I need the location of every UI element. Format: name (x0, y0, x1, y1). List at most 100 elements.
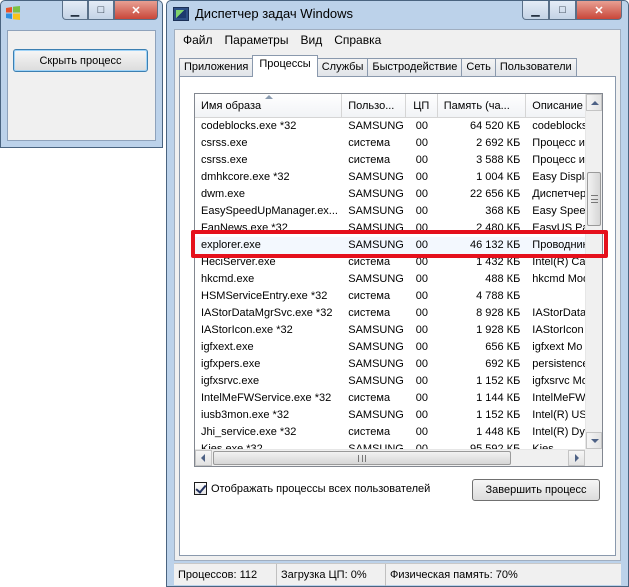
process-user: SAMSUNG (348, 358, 404, 370)
process-row[interactable]: igfxsrvc.exe SAMSUNG 00 1 152 КБ igfxsrvc Mo (195, 373, 585, 390)
process-name: codeblocks.exe *32 (201, 120, 297, 132)
column-user[interactable]: Пользо... (342, 94, 406, 118)
tab-networking[interactable]: Сеть (461, 58, 496, 77)
process-description: IAStorIcon (532, 324, 584, 336)
status-bar: Процессов: 112 Загрузка ЦП: 0% Физическа… (174, 563, 621, 586)
process-row[interactable]: FanNews.exe *32 SAMSUNG 00 2 480 КБ EasyUS P… (195, 220, 585, 237)
process-cpu: 00 (415, 307, 428, 319)
process-row[interactable]: hkcmd.exe SAMSUNG 00 488 КБ hkcmd Mod (195, 271, 585, 288)
process-description: Intel(R) US (532, 409, 585, 421)
process-cpu: 00 (415, 154, 428, 166)
processes-panel: Имя образа Пользо... ЦП Память (ча... Оп… (179, 76, 616, 556)
process-row[interactable]: IAStorDataMgrSvc.exe *32 система 00 8 928 К… (195, 305, 585, 322)
tab-users[interactable]: Пользователи (494, 58, 577, 77)
task-manager-titlebar[interactable]: Диспетчер задач Windows ▁ □ ✕ (167, 1, 628, 27)
process-row[interactable]: Jhi_service.exe *32 система 00 1 448 КБ Inte… (195, 424, 585, 441)
process-user: система (348, 154, 391, 166)
scroll-left-icon[interactable] (195, 450, 212, 466)
small-window-client: Скрыть процесс (7, 30, 156, 141)
menu-options[interactable]: Параметры (219, 31, 295, 49)
process-description: codeblocks (532, 120, 585, 132)
show-all-users-option[interactable]: Отображать процессы всех пользователей (194, 482, 430, 495)
process-memory: 46 132 КБ (469, 239, 521, 251)
process-memory: 1 004 КБ (476, 171, 521, 183)
process-list[interactable]: Имя образа Пользо... ЦП Память (ча... Оп… (194, 93, 603, 467)
process-row[interactable]: EasySpeedUpManager.ex... SAMSUNG 00 368 КБ E… (195, 203, 585, 220)
process-name: HeciServer.exe (201, 256, 276, 268)
process-description (526, 288, 585, 305)
close-button[interactable]: ✕ (114, 1, 158, 20)
process-cpu: 00 (415, 239, 428, 251)
process-memory: 656 КБ (485, 341, 521, 353)
process-user: система (348, 290, 391, 302)
process-row[interactable]: iusb3mon.exe *32 SAMSUNG 00 1 152 КБ Intel(R… (195, 407, 585, 424)
process-row[interactable]: dwm.exe SAMSUNG 00 22 656 КБ Диспетчер (195, 186, 585, 203)
scroll-down-icon[interactable] (586, 432, 602, 449)
process-name: Jhi_service.exe *32 (201, 426, 297, 438)
process-cpu: 00 (415, 375, 428, 387)
menu-help[interactable]: Справка (328, 31, 387, 49)
process-user: SAMSUNG (348, 375, 404, 387)
small-window: ▁ □ ✕ Скрыть процесс (0, 0, 163, 148)
process-name: FanNews.exe *32 (201, 222, 288, 234)
small-window-titlebar[interactable]: ▁ □ ✕ (1, 1, 162, 25)
process-name: igfxsrvc.exe (201, 375, 260, 387)
process-cpu: 00 (415, 409, 428, 421)
process-cpu: 00 (415, 188, 428, 200)
process-row[interactable]: igfxext.exe SAMSUNG 00 656 КБ igfxext Mo (195, 339, 585, 356)
process-cpu: 00 (415, 426, 428, 438)
maximize-button[interactable]: □ (549, 1, 576, 20)
column-description[interactable]: Описание (526, 94, 585, 118)
minimize-button[interactable]: ▁ (62, 1, 88, 20)
minimize-button[interactable]: ▁ (522, 1, 549, 20)
menu-view[interactable]: Вид (294, 31, 328, 49)
process-row[interactable]: IAStorIcon.exe *32 SAMSUNG 00 1 928 КБ IASto… (195, 322, 585, 339)
process-row[interactable]: HeciServer.exe система 00 1 432 КБ Intel(R) … (195, 254, 585, 271)
process-row[interactable]: csrss.exe система 00 2 692 КБ Процесс ис (195, 135, 585, 152)
process-cpu: 00 (415, 443, 428, 449)
process-row[interactable]: Kies.exe *32 SAMSUNG 00 95 592 КБ Kies (195, 441, 585, 449)
process-cpu: 00 (415, 256, 428, 268)
show-all-users-checkbox[interactable] (194, 482, 207, 495)
column-image-name[interactable]: Имя образа (195, 94, 343, 118)
process-user: система (348, 426, 391, 438)
process-row[interactable]: csrss.exe система 00 3 588 КБ Процесс ис (195, 152, 585, 169)
close-button[interactable]: ✕ (576, 1, 622, 20)
maximize-button[interactable]: □ (88, 1, 114, 20)
process-name: EasySpeedUpManager.ex... (201, 205, 338, 217)
status-process-count: Процессов: 112 (174, 564, 277, 586)
horizontal-scrollbar[interactable] (195, 449, 585, 466)
column-memory[interactable]: Память (ча... (438, 94, 527, 118)
tab-services[interactable]: Службы (316, 58, 369, 77)
horizontal-scroll-thumb[interactable] (213, 451, 511, 465)
process-row[interactable]: HSMServiceEntry.exe *32 система 00 4 788 КБ (195, 288, 585, 305)
process-row[interactable]: explorer.exe SAMSUNG 00 46 132 КБ Проводник (195, 237, 585, 254)
process-memory: 1 448 КБ (476, 426, 521, 438)
vertical-scroll-thumb[interactable] (587, 172, 601, 226)
tab-applications[interactable]: Приложения (179, 58, 254, 77)
task-manager-icon (173, 7, 189, 21)
menu-file[interactable]: Файл (177, 31, 219, 49)
column-cpu[interactable]: ЦП (406, 94, 438, 118)
process-row[interactable]: igfxpers.exe SAMSUNG 00 692 КБ persistence (195, 356, 585, 373)
scroll-corner (585, 449, 602, 466)
end-process-button[interactable]: Завершить процесс (472, 479, 600, 501)
process-name: IAStorIcon.exe *32 (201, 324, 293, 336)
process-description: EasyUS Pa (532, 222, 585, 234)
scroll-up-icon[interactable] (586, 94, 602, 111)
scroll-right-icon[interactable] (568, 450, 585, 466)
process-memory: 1 432 КБ (476, 256, 521, 268)
process-name: iusb3mon.exe *32 (201, 409, 290, 421)
hide-process-button[interactable]: Скрыть процесс (13, 49, 148, 72)
process-memory: 3 588 КБ (476, 154, 521, 166)
process-row[interactable]: dmhkcore.exe *32 SAMSUNG 00 1 004 КБ Easy Di… (195, 169, 585, 186)
process-row[interactable]: IntelMeFWService.exe *32 система 00 1 144 К… (195, 390, 585, 407)
tab-performance[interactable]: Быстродействие (367, 58, 463, 77)
process-cpu: 00 (415, 290, 428, 302)
tab-processes[interactable]: Процессы (252, 55, 318, 77)
vertical-scrollbar[interactable] (585, 94, 602, 449)
process-name: igfxext.exe (201, 341, 254, 353)
process-user: система (348, 392, 391, 404)
process-row[interactable]: codeblocks.exe *32 SAMSUNG 00 64 520 КБ code… (195, 118, 585, 135)
process-user: SAMSUNG (348, 239, 404, 251)
